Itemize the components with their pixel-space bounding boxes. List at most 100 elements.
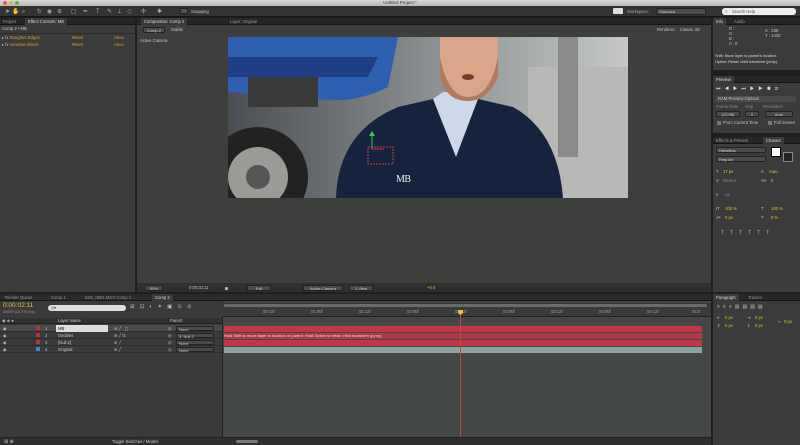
leading-value[interactable]: Auto: [769, 169, 778, 175]
subtab-stable[interactable]: Stable: [171, 27, 183, 33]
tsume-value[interactable]: 0 %: [771, 215, 778, 221]
zoom-select[interactable]: 50%: [145, 285, 163, 291]
toggle-switches-modes[interactable]: Toggle Switches / Modes: [112, 439, 158, 445]
skip-select[interactable]: 0: [745, 111, 759, 117]
parent-pickwhip-icon[interactable]: ◎: [168, 325, 172, 332]
parent-pickwhip-icon[interactable]: ◎: [168, 346, 172, 353]
layer-name[interactable]: Doobles: [58, 332, 73, 339]
ram-preview-options[interactable]: RAM Preview Options: [716, 96, 796, 102]
timeline-graph-area[interactable]: [222, 301, 711, 445]
comp-flowchart-icon[interactable]: ⊞ ⊕: [4, 439, 14, 445]
frame-rate-select[interactable]: (23.98): [716, 111, 740, 117]
text-tool-icon[interactable]: T: [94, 8, 101, 16]
font-family-select[interactable]: Helvetica: [716, 147, 766, 153]
layer-switches[interactable]: ✲ ╱: [114, 346, 121, 353]
from-current-checkbox[interactable]: [717, 121, 721, 125]
close-window-icon[interactable]: [3, 1, 7, 5]
baseline-shift-value[interactable]: 0 px: [725, 215, 733, 221]
selection-tool-icon[interactable]: ➤: [4, 8, 11, 16]
layer-switches[interactable]: ✲ ╱ ▢: [114, 325, 129, 332]
col-parent[interactable]: Parent: [170, 318, 182, 324]
roto-tool-icon[interactable]: ✣: [140, 8, 147, 16]
tab-effects-presets[interactable]: Effects & Presets: [713, 137, 751, 144]
tab-preview[interactable]: Preview: [713, 76, 734, 83]
brush-tool-icon[interactable]: ✎: [106, 8, 113, 16]
kerning-value[interactable]: Metrics: [723, 178, 737, 184]
space-after-value[interactable]: 0 px: [755, 323, 763, 329]
layer-switches[interactable]: ✲ ╱ fx: [114, 332, 126, 339]
time-ruler[interactable]: 00:12f 01:00f 01:12f 02:00f 02:12f 03:00…: [222, 303, 711, 317]
resolution-select-preview[interactable]: Auto: [765, 111, 793, 117]
timeline-timecode[interactable]: 0:00:02:11: [3, 302, 33, 309]
label-color-swatch[interactable]: [36, 333, 40, 337]
fill-color-swatch[interactable]: [771, 147, 781, 157]
parent-pickwhip-icon[interactable]: ◎: [168, 332, 172, 339]
layer-row-doobles[interactable]: ◉ 2 Doobles ✲ ╱ fx ◎ 3. Null 2: [0, 332, 222, 339]
camera-snapshot-icon[interactable]: ◙: [225, 286, 228, 292]
reset-link[interactable]: Reset: [72, 42, 83, 48]
tracking-value[interactable]: 0: [771, 178, 773, 184]
pan-behind-tool-icon[interactable]: ⊕: [56, 8, 63, 16]
parent-select[interactable]: None: [176, 340, 214, 346]
vertical-scale-value[interactable]: 100 %: [725, 206, 737, 212]
timeline-switches[interactable]: ⊞⊡◐✦▣⊙⊘: [130, 304, 197, 310]
tab-layer[interactable]: Layer: Original: [227, 18, 260, 25]
zoom-slider[interactable]: [236, 440, 258, 443]
workspace-select[interactable]: Standard: [656, 8, 706, 15]
layer-name[interactable]: [Null 2]: [58, 339, 71, 346]
horizontal-scale-value[interactable]: 100 %: [771, 206, 783, 212]
minimize-window-icon[interactable]: [9, 1, 13, 5]
indent-left-value[interactable]: 0 px: [725, 315, 733, 321]
tab-img-comp1[interactable]: IMG_0564.MOV Comp 1: [82, 294, 134, 301]
clone-tool-icon[interactable]: ⊥: [116, 8, 123, 16]
display-icon[interactable]: [613, 8, 623, 14]
tab-paragraph[interactable]: Paragraph: [713, 294, 739, 301]
full-screen-checkbox[interactable]: [768, 121, 772, 125]
zoom-window-icon[interactable]: [15, 1, 19, 5]
rotation-tool-icon[interactable]: ↻: [36, 8, 43, 16]
effect-row-venetian-blinds[interactable]: ▸ fx Venetian Blinds Reset Abou: [2, 42, 134, 48]
eraser-tool-icon[interactable]: ◇: [126, 8, 133, 16]
search-help-input[interactable]: Search Help: [722, 8, 796, 15]
about-link[interactable]: Abou: [114, 35, 124, 41]
visibility-eye-icon[interactable]: ◉: [3, 325, 7, 332]
video-frame[interactable]: MB: [228, 37, 628, 198]
exposure-value[interactable]: +0.0: [427, 285, 435, 291]
label-color-swatch[interactable]: [36, 347, 40, 351]
tab-composition[interactable]: Composition: Comp 2: [141, 18, 188, 25]
view-layout-select[interactable]: 1 View: [349, 285, 373, 291]
parent-select[interactable]: None: [176, 326, 214, 332]
stroke-width-value[interactable]: - px: [723, 192, 730, 198]
pen-tool-icon[interactable]: ✒: [82, 8, 89, 16]
space-before-value[interactable]: 0 px: [725, 323, 733, 329]
layer-row-mb[interactable]: ◉ 1 MB ✲ ╱ ▢ ◎ None: [0, 325, 222, 332]
tab-render-queue[interactable]: Render Queue: [2, 294, 35, 301]
subtab-comp2[interactable]: Comp 2: [143, 27, 165, 33]
layer-name[interactable]: Original: [58, 346, 72, 353]
visibility-eye-icon[interactable]: ◉: [3, 346, 7, 353]
zoom-tool-icon[interactable]: ⌕: [20, 8, 27, 16]
work-area-bar[interactable]: [224, 304, 707, 307]
font-style-select[interactable]: Regular: [716, 156, 766, 162]
tab-effect-controls[interactable]: Effect Controls: MB: [25, 18, 67, 25]
layer-bar-mb[interactable]: [224, 326, 702, 332]
first-line-indent-value[interactable]: 0 px: [784, 319, 792, 325]
layer-bar-original[interactable]: [224, 347, 702, 353]
layer-name[interactable]: MB: [56, 325, 108, 332]
hand-tool-icon[interactable]: ✋: [12, 8, 19, 16]
mask-tool-icon[interactable]: ▢: [70, 8, 77, 16]
layer-bar-null2[interactable]: [224, 340, 702, 346]
font-size-value[interactable]: 17 px: [723, 169, 733, 175]
text-style-buttons[interactable]: TTTTTT: [721, 230, 775, 236]
effect-row-roughen-edges[interactable]: ▸ fx Roughen Edges Reset Abou: [2, 35, 134, 41]
parent-select[interactable]: 3. Null 2: [176, 333, 214, 339]
tab-audio[interactable]: Audio: [731, 18, 748, 25]
tab-info[interactable]: Info: [713, 18, 726, 25]
mb-text-overlay[interactable]: MB: [396, 174, 411, 185]
layer-row-null2[interactable]: ◉ 3 [Null 2] ✲ ╱ ◎ None: [0, 339, 222, 346]
playback-controls[interactable]: ⏮◀▶⏭▶▶◉⊡: [716, 86, 782, 92]
reset-link[interactable]: Reset: [72, 35, 83, 41]
comp-timecode[interactable]: 0:00:02:11: [189, 285, 208, 291]
label-color-swatch[interactable]: [36, 340, 40, 344]
label-color-swatch[interactable]: [36, 326, 40, 330]
